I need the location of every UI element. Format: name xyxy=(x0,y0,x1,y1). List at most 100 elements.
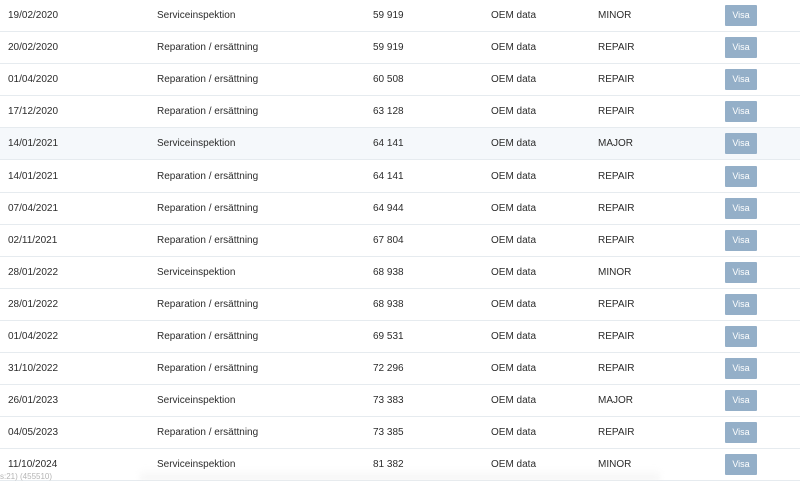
service-date: 28/01/2022 xyxy=(8,298,59,310)
odometer-reading: 63 128 xyxy=(373,106,404,118)
service-type: Reparation / ersättning xyxy=(157,234,259,246)
table-row: 04/05/2023 Reparation / ersättning 73 385 O… xyxy=(0,417,800,450)
data-source: OEM data xyxy=(491,138,537,150)
service-type: Reparation / ersättning xyxy=(157,427,259,439)
footer-note: s:21) (455510) xyxy=(0,472,53,481)
service-date: 14/01/2021 xyxy=(8,138,59,150)
data-source: OEM data xyxy=(491,331,537,342)
service-date: 31/10/2022 xyxy=(8,363,59,375)
view-button[interactable]: Visa xyxy=(725,422,757,444)
data-source: OEM data xyxy=(491,74,537,86)
service-category: MAJOR xyxy=(598,395,633,407)
service-category: REPAIR xyxy=(598,363,635,375)
view-button[interactable]: Visa xyxy=(725,37,757,59)
service-date: 26/01/2023 xyxy=(8,395,59,407)
service-date: 19/02/2020 xyxy=(8,10,59,21)
service-history-table: 11/10/2024 Serviceinspektion 81 382 OEM dat… xyxy=(0,0,800,481)
service-category: MAJOR xyxy=(598,138,633,150)
data-source: OEM data xyxy=(491,202,537,214)
odometer-reading: 59 919 xyxy=(373,10,404,21)
service-category: MINOR xyxy=(598,10,632,21)
view-button[interactable]: Visa xyxy=(725,133,757,155)
data-source: OEM data xyxy=(491,266,537,278)
service-type: Reparation / ersättning xyxy=(157,74,259,86)
data-source: OEM data xyxy=(491,106,537,118)
service-type: Reparation / ersättning xyxy=(157,298,259,310)
view-button[interactable]: Visa xyxy=(725,358,757,380)
service-category: REPAIR xyxy=(598,42,635,54)
service-type: Reparation / ersättning xyxy=(157,42,259,54)
service-date: 01/04/2022 xyxy=(8,331,59,342)
service-date: 17/12/2020 xyxy=(8,106,59,118)
data-source: OEM data xyxy=(491,10,537,21)
view-button[interactable]: Visa xyxy=(725,326,757,347)
service-type: Serviceinspektion xyxy=(157,138,236,150)
view-button[interactable]: Visa xyxy=(725,261,757,283)
service-category: REPAIR xyxy=(598,234,635,246)
table-row: 28/01/2022 Serviceinspektion 68 938 OEM dat… xyxy=(0,257,800,289)
service-category: REPAIR xyxy=(598,106,635,118)
odometer-reading: 68 938 xyxy=(373,266,404,278)
data-source: OEM data xyxy=(491,427,537,439)
data-source: OEM data xyxy=(491,395,537,407)
odometer-reading: 67 804 xyxy=(373,234,404,246)
odometer-reading: 60 508 xyxy=(373,74,404,86)
service-date: 14/01/2021 xyxy=(8,170,59,182)
odometer-reading: 81 382 xyxy=(373,459,404,471)
table-row: 02/11/2021 Reparation / ersättning 67 804 O… xyxy=(0,225,800,257)
view-button[interactable]: Visa xyxy=(725,390,757,412)
table-row: 31/10/2022 Reparation / ersättning 72 296 O… xyxy=(0,353,800,386)
odometer-reading: 73 385 xyxy=(373,427,404,439)
table-row: 14/01/2021 Serviceinspektion 64 141 OEM dat… xyxy=(0,128,800,161)
odometer-reading: 73 383 xyxy=(373,395,404,407)
data-source: OEM data xyxy=(491,459,537,471)
service-type: Reparation / ersättning xyxy=(157,170,259,182)
service-date: 28/01/2022 xyxy=(8,266,59,278)
service-category: REPAIR xyxy=(598,202,635,214)
view-button[interactable]: Visa xyxy=(725,454,757,476)
view-button[interactable]: Visa xyxy=(725,69,757,91)
data-source: OEM data xyxy=(491,170,537,182)
view-button[interactable]: Visa xyxy=(725,229,757,251)
service-type: Reparation / ersättning xyxy=(157,106,259,118)
service-date: 01/04/2020 xyxy=(8,74,59,86)
view-button[interactable]: Visa xyxy=(725,293,757,315)
table-row: 11/10/2024 Serviceinspektion 81 382 OEM dat… xyxy=(0,449,800,481)
table-row: 28/01/2022 Reparation / ersättning 68 938 O… xyxy=(0,289,800,321)
service-type: Reparation / ersättning xyxy=(157,363,259,375)
odometer-reading: 69 531 xyxy=(373,331,404,342)
table-row: 01/04/2020 Reparation / ersättning 60 508 O… xyxy=(0,64,800,97)
odometer-reading: 68 938 xyxy=(373,298,404,310)
service-date: 20/02/2020 xyxy=(8,42,59,54)
table-row: 14/01/2021 Reparation / ersättning 64 141 O… xyxy=(0,161,800,193)
table-row: 19/02/2020 Serviceinspektion 59 919 OEM dat… xyxy=(0,0,800,32)
data-source: OEM data xyxy=(491,298,537,310)
odometer-reading: 64 944 xyxy=(373,202,404,214)
odometer-reading: 59 919 xyxy=(373,42,404,54)
table-row: 01/04/2022 Reparation / ersättning 69 531 O… xyxy=(0,321,800,353)
data-source: OEM data xyxy=(491,234,537,246)
odometer-reading: 64 141 xyxy=(373,138,404,150)
table-row: 07/04/2021 Reparation / ersättning 64 944 O… xyxy=(0,193,800,225)
service-category: REPAIR xyxy=(598,74,635,86)
table-row: 17/12/2020 Reparation / ersättning 63 128 O… xyxy=(0,96,800,129)
data-source: OEM data xyxy=(491,42,537,54)
view-button[interactable]: Visa xyxy=(725,101,757,123)
table-row: 26/01/2023 Serviceinspektion 73 383 OEM dat… xyxy=(0,385,800,418)
service-category: REPAIR xyxy=(598,427,635,439)
view-button[interactable]: Visa xyxy=(725,197,757,219)
service-type: Serviceinspektion xyxy=(157,459,236,471)
view-button[interactable]: Visa xyxy=(725,5,757,26)
service-category: REPAIR xyxy=(598,298,635,310)
service-category: REPAIR xyxy=(598,331,635,342)
service-category: REPAIR xyxy=(598,170,635,182)
data-source: OEM data xyxy=(491,363,537,375)
service-category: MINOR xyxy=(598,266,632,278)
service-type: Serviceinspektion xyxy=(157,395,236,407)
service-date: 04/05/2023 xyxy=(8,427,59,439)
service-date: 07/04/2021 xyxy=(8,202,59,214)
service-type: Reparation / ersättning xyxy=(157,331,259,342)
service-type: Reparation / ersättning xyxy=(157,202,259,214)
odometer-reading: 64 141 xyxy=(373,170,404,182)
view-button[interactable]: Visa xyxy=(725,165,757,187)
